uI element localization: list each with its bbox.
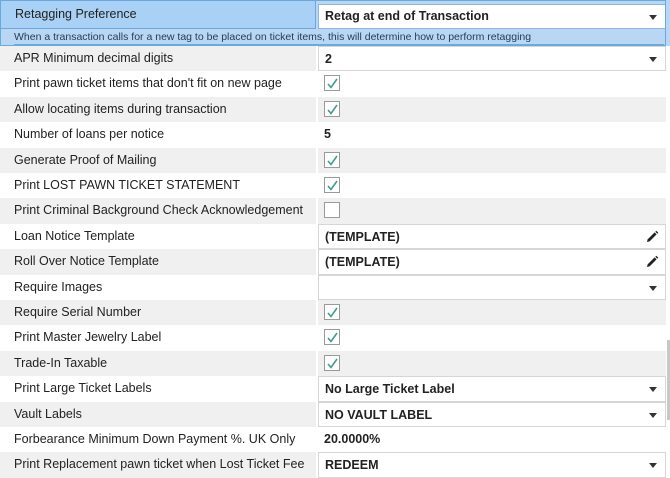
property-row-roll-over-notice-template[interactable]: Roll Over Notice Template (TEMPLATE) xyxy=(0,249,670,275)
property-value: REDEEM xyxy=(325,458,379,473)
property-checkbox-cell[interactable] xyxy=(318,71,666,96)
property-row-allow-locating-items-during-transaction[interactable]: Allow locating items during transaction xyxy=(0,96,670,123)
checkmark-icon xyxy=(327,358,338,369)
property-value: NO VAULT LABEL xyxy=(325,407,433,422)
checkmark-icon xyxy=(327,307,338,318)
property-label: Forbearance Minimum Down Payment %. UK O… xyxy=(14,432,296,446)
property-label: Require Serial Number xyxy=(0,300,316,326)
chevron-down-icon[interactable] xyxy=(649,285,657,291)
property-label: Print pawn ticket items that don't fit o… xyxy=(14,76,282,91)
property-label: Print LOST PAWN TICKET STATEMENT xyxy=(14,178,240,192)
property-label: Generate Proof of Mailing xyxy=(0,147,316,173)
property-checkbox-cell[interactable] xyxy=(318,325,666,350)
property-dropdown[interactable]: NO VAULT LABEL xyxy=(318,401,666,427)
property-row-print-pawn-ticket-items-that-don-t-fit-on-new-page[interactable]: Print pawn ticket items that don't fit o… xyxy=(0,71,670,96)
checkmark-icon xyxy=(327,332,338,344)
property-label: Print Replacement pawn ticket when Lost … xyxy=(0,452,316,478)
checkmark-icon xyxy=(327,155,338,166)
property-checkbox-cell[interactable] xyxy=(318,96,666,123)
property-dropdown[interactable]: No Large Ticket Label xyxy=(318,376,666,402)
property-dropdown[interactable]: REDEEM xyxy=(318,452,666,478)
property-checkbox-cell[interactable] xyxy=(318,147,666,173)
selected-row-retagging-preference[interactable]: Retagging Preference Retag at end of Tra… xyxy=(0,0,670,46)
property-label: Loan Notice Template xyxy=(14,228,135,243)
property-row-apr-minimum-decimal-digits[interactable]: APR Minimum decimal digits 2 xyxy=(0,46,670,72)
property-checkbox[interactable] xyxy=(324,151,340,168)
property-dropdown[interactable] xyxy=(318,274,666,300)
property-checkbox[interactable] xyxy=(324,329,340,346)
property-row-require-images[interactable]: Require Images xyxy=(0,274,670,300)
property-row-loan-notice-template[interactable]: Loan Notice Template (TEMPLATE) xyxy=(0,223,670,250)
chevron-down-icon[interactable] xyxy=(649,57,657,62)
property-value: (TEMPLATE) xyxy=(325,229,400,244)
property-label: Print Master Jewelry Label xyxy=(14,330,162,345)
property-label: Allow locating items during transaction xyxy=(0,96,316,123)
chevron-down-icon[interactable] xyxy=(649,463,657,469)
property-row-print-lost-pawn-ticket-statement[interactable]: Print LOST PAWN TICKET STATEMENT xyxy=(0,173,670,198)
property-row-print-large-ticket-labels[interactable]: Print Large Ticket Labels No Large Ticket… xyxy=(0,376,670,402)
property-value: 2 xyxy=(325,52,332,66)
property-editor[interactable]: (TEMPLATE) xyxy=(318,223,666,250)
property-checkbox[interactable] xyxy=(324,354,340,371)
property-checkbox[interactable] xyxy=(324,202,340,219)
checkmark-icon xyxy=(327,104,338,115)
property-label: Print Large Ticket Labels xyxy=(14,381,152,396)
property-label: Roll Over Notice Template xyxy=(0,249,316,275)
property-grid: Retagging Preference Retag at end of Tra… xyxy=(0,0,670,478)
retagging-preference-dropdown[interactable]: Retag at end of Transaction xyxy=(318,4,666,29)
property-label: Require Images xyxy=(14,279,103,294)
property-checkbox-cell[interactable] xyxy=(318,198,666,224)
property-dropdown[interactable]: 2 xyxy=(318,46,666,72)
checkmark-icon xyxy=(327,78,338,90)
property-text-value[interactable]: 5 xyxy=(318,122,666,147)
property-label: Print Criminal Background Check Acknowle… xyxy=(0,198,316,224)
property-editor[interactable]: (TEMPLATE) xyxy=(318,249,666,275)
property-row-print-replacement-pawn-ticket-when-lost-ticket-fee[interactable]: Print Replacement pawn ticket when Lost … xyxy=(0,452,670,478)
property-row-require-serial-number[interactable]: Require Serial Number xyxy=(0,300,670,326)
property-label: Number of loans per notice xyxy=(14,127,165,142)
chevron-down-icon[interactable] xyxy=(649,387,657,393)
property-checkbox[interactable] xyxy=(324,177,340,193)
property-row-print-criminal-background-check-acknowledgement[interactable]: Print Criminal Background Check Acknowle… xyxy=(0,198,670,224)
checkmark-icon xyxy=(327,180,338,191)
pencil-icon[interactable] xyxy=(645,230,659,244)
property-row-forbearance-minimum-down-payment-uk-only[interactable]: Forbearance Minimum Down Payment %. UK O… xyxy=(0,427,670,452)
retagging-preference-value: Retag at end of Transaction xyxy=(325,9,489,23)
pencil-icon[interactable] xyxy=(645,255,659,269)
property-checkbox-cell[interactable] xyxy=(318,350,666,377)
property-label: APR Minimum decimal digits xyxy=(0,46,316,72)
property-description: When a transaction calls for a new tag t… xyxy=(14,29,664,45)
chevron-down-icon[interactable] xyxy=(649,15,657,20)
property-label: Trade-In Taxable xyxy=(0,350,316,377)
property-value: No Large Ticket Label xyxy=(325,382,455,397)
property-checkbox-cell[interactable] xyxy=(318,173,666,198)
property-row-vault-labels[interactable]: Vault Labels NO VAULT LABEL xyxy=(0,401,670,427)
property-checkbox[interactable] xyxy=(324,75,340,92)
retagging-preference-label: Retagging Preference xyxy=(0,0,316,29)
chevron-down-icon[interactable] xyxy=(649,412,657,418)
property-row-number-of-loans-per-notice[interactable]: Number of loans per notice 5 xyxy=(0,122,670,147)
property-checkbox-cell[interactable] xyxy=(318,300,666,326)
property-checkbox[interactable] xyxy=(324,304,340,320)
property-value: (TEMPLATE) xyxy=(325,255,400,270)
property-text-value[interactable]: 20.0000% xyxy=(318,427,666,452)
property-row-trade-in-taxable[interactable]: Trade-In Taxable xyxy=(0,350,670,377)
property-checkbox[interactable] xyxy=(324,100,340,117)
property-row-generate-proof-of-mailing[interactable]: Generate Proof of Mailing xyxy=(0,147,670,173)
property-label: Vault Labels xyxy=(0,401,316,427)
property-row-print-master-jewelry-label[interactable]: Print Master Jewelry Label xyxy=(0,325,670,350)
